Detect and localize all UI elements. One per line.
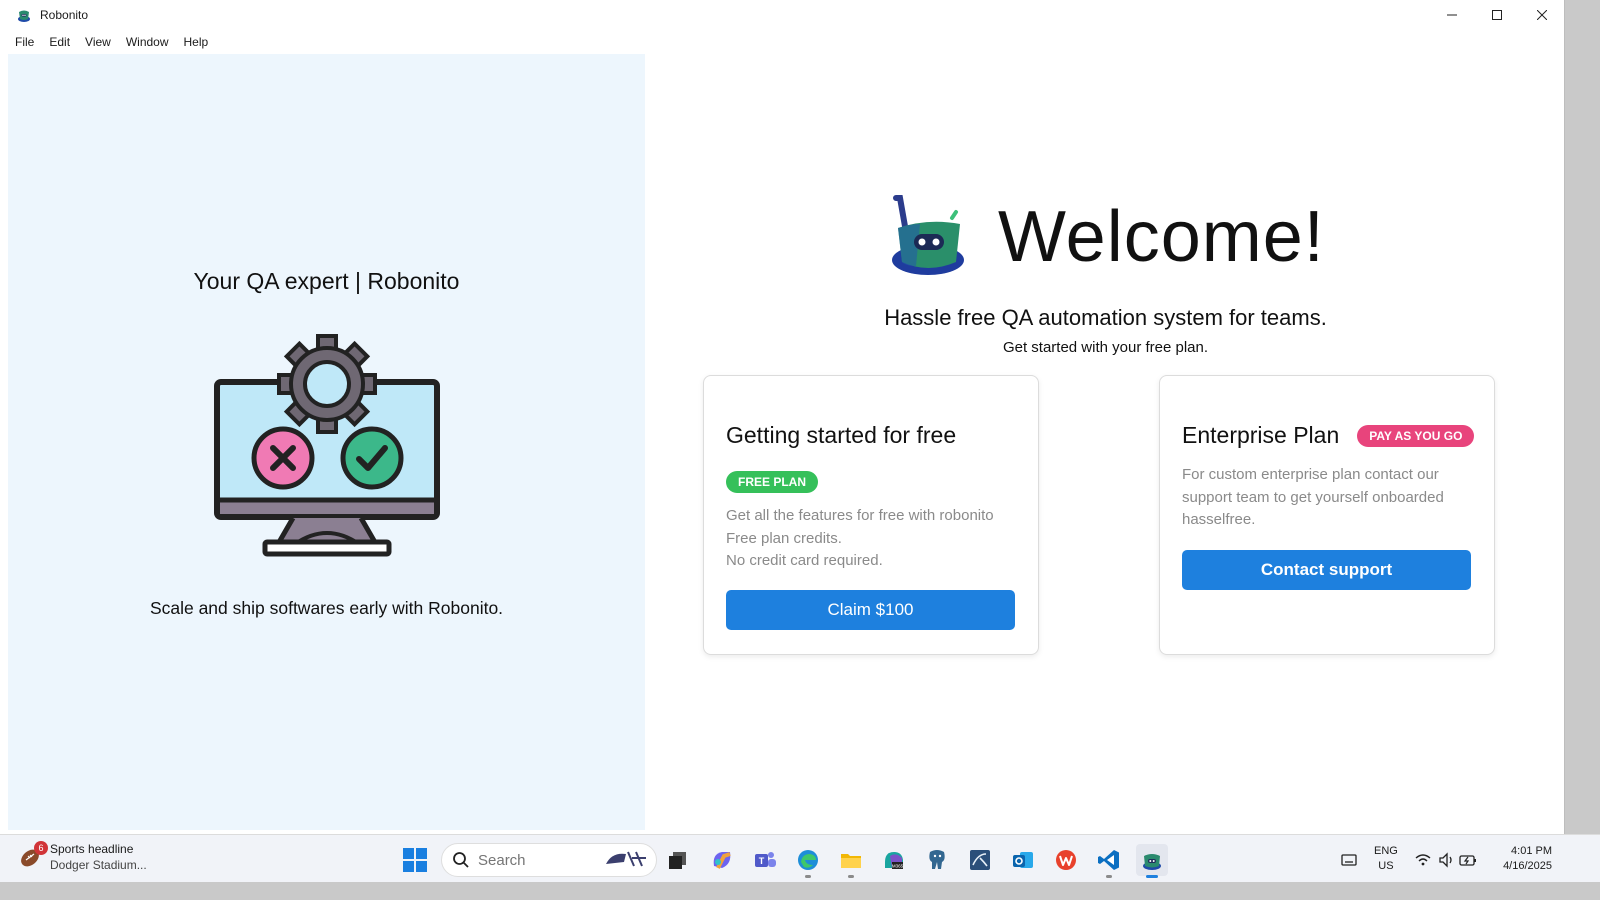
free-plan-card: Getting started for free FREE PLAN Get a… <box>703 375 1039 655</box>
mysql-workbench-icon <box>970 850 990 870</box>
claim-button[interactable]: Claim $100 <box>726 590 1015 630</box>
windows-start-icon <box>403 848 427 872</box>
edge-button[interactable] <box>792 844 824 878</box>
copilot-button[interactable] <box>706 844 738 876</box>
outlook-icon <box>1013 852 1033 868</box>
news-count-badge: 6 <box>34 841 48 855</box>
taskbar-search[interactable] <box>441 843 657 877</box>
minimize-icon <box>1446 14 1457 16</box>
outlook-button[interactable] <box>1007 844 1039 876</box>
teams-icon: T <box>755 852 776 867</box>
app-window: Robonito File Edit View Window Help Your… <box>0 0 1565 834</box>
running-indicator <box>805 875 811 878</box>
edge-icon <box>798 850 818 870</box>
left-panel-title: Your QA expert | Robonito <box>193 268 460 294</box>
robonito-logo-icon <box>892 195 964 275</box>
robonito-icon <box>16 7 32 23</box>
active-indicator <box>1146 875 1158 878</box>
maximize-button[interactable] <box>1474 0 1519 30</box>
left-panel: Your QA expert | Robonito Scale and ship… <box>8 54 645 830</box>
wps-icon <box>1056 850 1076 870</box>
qa-monitor-illustration-icon <box>214 334 440 557</box>
enterprise-plan-title: Enterprise Plan <box>1182 422 1340 448</box>
language-indicator[interactable]: ENG US <box>1374 844 1398 874</box>
svg-text:T: T <box>759 856 765 866</box>
welcome-hero: Welcome! <box>890 194 1325 280</box>
free-plan-badge: FREE PLAN <box>726 471 819 493</box>
file-explorer-button[interactable] <box>835 844 867 878</box>
title-bar[interactable]: Robonito <box>0 0 1564 30</box>
teams-button[interactable]: T <box>749 844 781 876</box>
keyboard-icon <box>1341 854 1357 866</box>
left-panel-subtitle: Scale and ship softwares early with Robo… <box>149 598 504 618</box>
tagline-sub: Get started with your free plan. <box>1002 339 1209 356</box>
robonito-taskbar-icon <box>1143 854 1161 870</box>
free-plan-description: Get all the features for free with robon… <box>726 505 994 573</box>
taskbar: 6 Sports headline Dodger Stadium... T <box>0 834 1600 882</box>
free-plan-line: Get all the features for free with robon… <box>726 507 994 524</box>
postgres-button[interactable] <box>921 844 953 876</box>
battery-icon <box>1459 855 1476 866</box>
task-view-button[interactable] <box>662 844 694 876</box>
free-plan-line: Free plan credits. <box>726 529 842 547</box>
volume-icon <box>1439 852 1452 868</box>
mysql-workbench-button[interactable] <box>964 844 996 876</box>
enterprise-plan-line: hasselfree. <box>1182 511 1256 528</box>
tagline: Hassle free QA automation system for tea… <box>884 305 1327 330</box>
wps-button[interactable] <box>1050 844 1082 876</box>
m365-icon: M365 <box>885 852 904 869</box>
m365-button[interactable]: M365 <box>878 844 910 876</box>
vscode-button[interactable] <box>1093 844 1125 878</box>
enterprise-plan-line: support team to get yourself onboarded <box>1182 488 1444 506</box>
quick-settings-button[interactable] <box>1412 844 1482 876</box>
tray-overflow-button[interactable] <box>1333 844 1365 876</box>
pay-as-you-go-badge: PAY AS YOU GO <box>1357 424 1475 447</box>
running-indicator <box>848 875 854 878</box>
free-plan-title: Getting started for free <box>726 422 957 448</box>
news-widget[interactable]: 6 Sports headline Dodger Stadium... <box>18 841 147 873</box>
language-code: ENG <box>1374 845 1398 857</box>
start-button[interactable] <box>402 847 428 873</box>
wifi-icon <box>1415 854 1431 866</box>
search-input[interactable] <box>478 851 588 869</box>
enterprise-plan-description: For custom enterprise plan contact our s… <box>1182 464 1444 532</box>
news-headline: Sports headline <box>50 842 134 856</box>
menu-window[interactable]: Window <box>126 35 169 49</box>
robonito-taskbar-button[interactable] <box>1136 844 1168 878</box>
menu-bar: File Edit View Window Help <box>0 30 1564 54</box>
maximize-icon <box>1491 10 1502 20</box>
language-region: US <box>1378 860 1394 872</box>
task-view-icon <box>669 852 686 869</box>
file-explorer-icon <box>841 854 861 868</box>
running-indicator <box>1106 875 1112 878</box>
close-icon <box>1536 10 1547 20</box>
window-title: Robonito <box>40 8 89 22</box>
football-icon: 6 <box>18 841 48 869</box>
copilot-icon <box>713 852 731 869</box>
news-subtitle: Dodger Stadium... <box>50 858 147 872</box>
close-button[interactable] <box>1519 0 1564 30</box>
vscode-icon <box>1098 850 1119 870</box>
clock-date: 4/16/2025 <box>1503 860 1552 872</box>
menu-help[interactable]: Help <box>184 35 209 49</box>
contact-support-button[interactable]: Contact support <box>1182 550 1471 590</box>
menu-edit[interactable]: Edit <box>49 35 70 49</box>
clock-time: 4:01 PM <box>1511 845 1552 857</box>
welcome-heading: Welcome! <box>998 197 1325 277</box>
enterprise-plan-card: Enterprise Plan PAY AS YOU GO For custom… <box>1159 375 1495 655</box>
search-highlight-icon <box>604 848 648 873</box>
menu-view[interactable]: View <box>85 35 111 49</box>
enterprise-plan-line: For custom enterprise plan contact our <box>1182 466 1439 483</box>
search-icon <box>453 852 469 868</box>
clock[interactable]: 4:01 PM 4/16/2025 <box>1494 844 1552 874</box>
free-plan-line: No credit card required. <box>726 552 883 569</box>
menu-file[interactable]: File <box>15 35 34 49</box>
postgres-icon <box>929 850 945 869</box>
svg-text:M365: M365 <box>892 864 904 869</box>
minimize-button[interactable] <box>1429 0 1474 30</box>
